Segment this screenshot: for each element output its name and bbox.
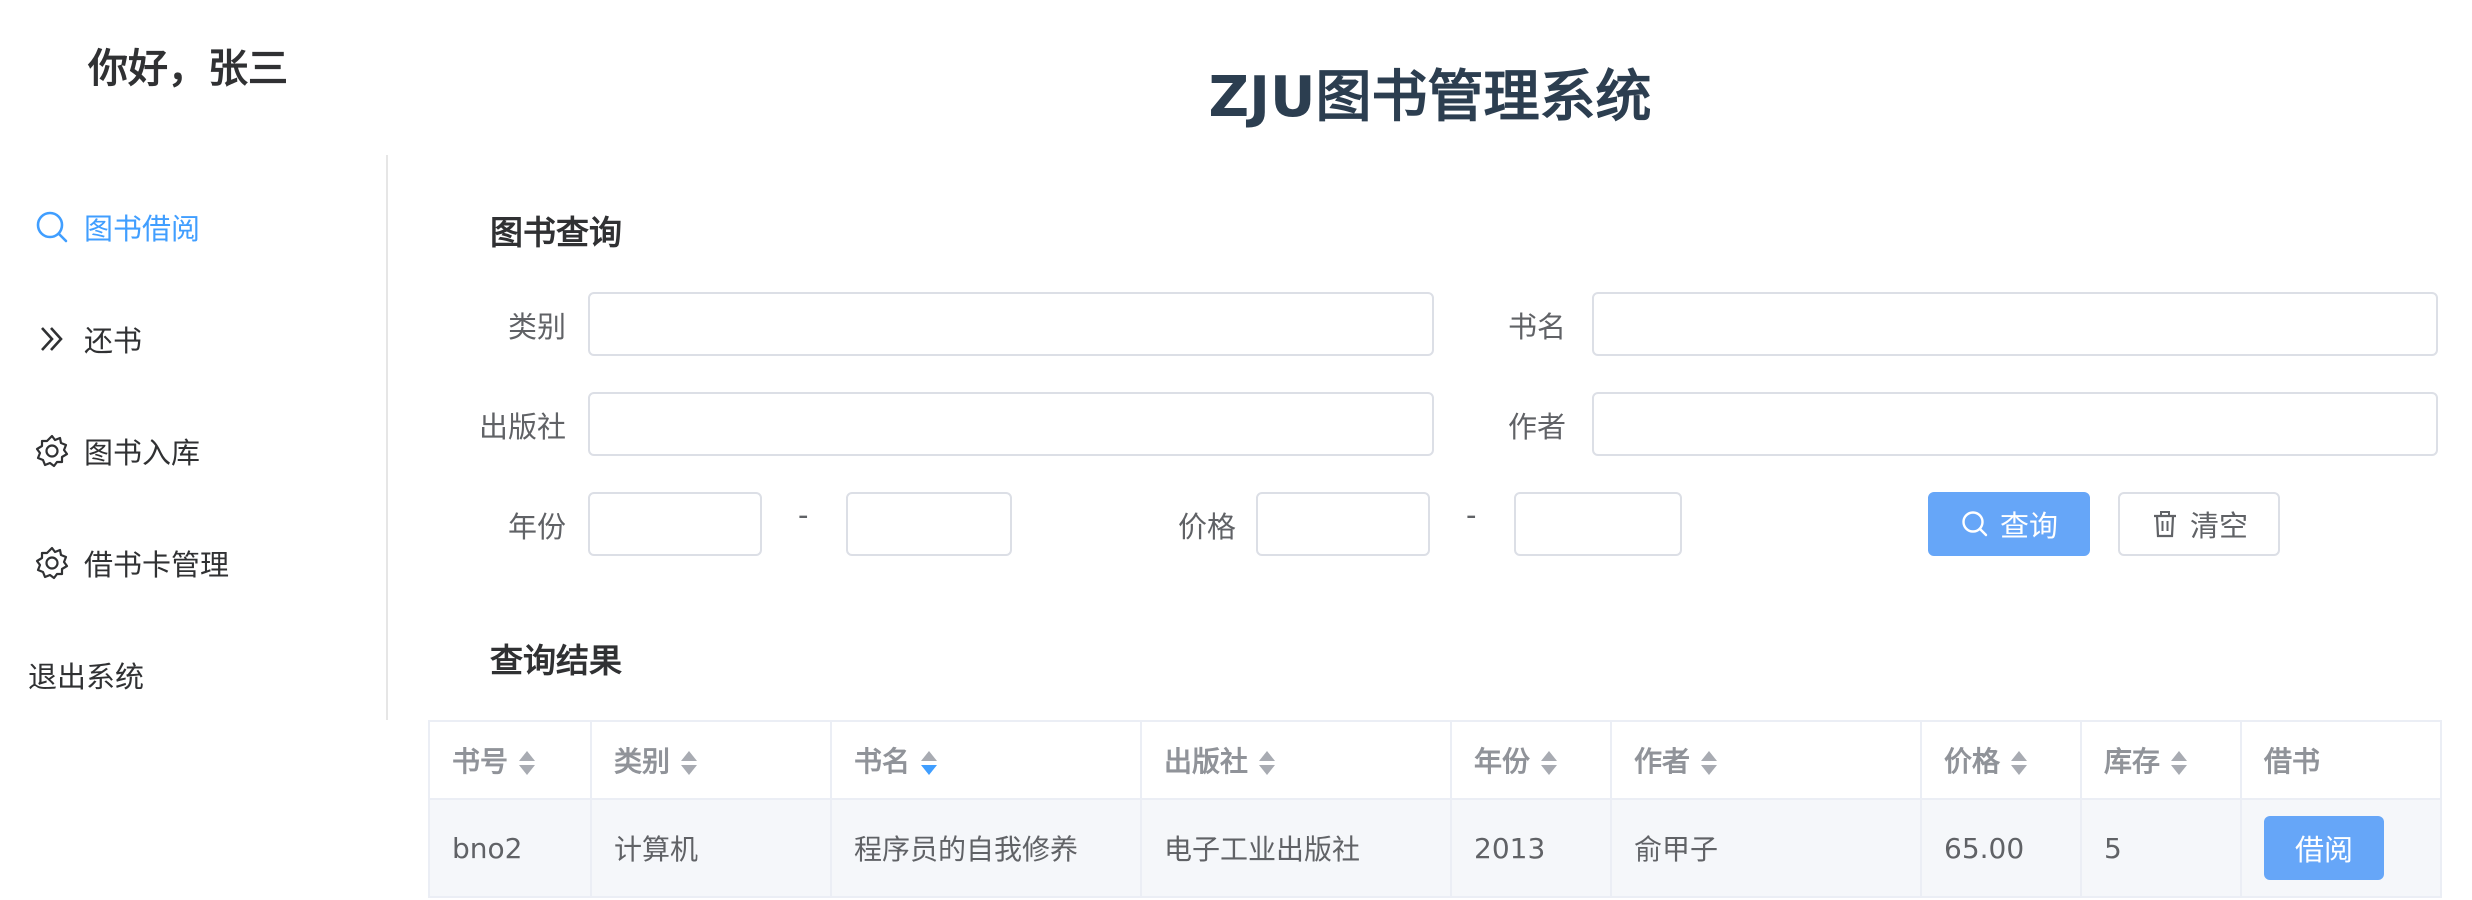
clear-button[interactable]: 清空	[2118, 492, 2280, 556]
app-title: ZJU图书管理系统	[1208, 65, 1652, 130]
cell-year: 2013	[1450, 798, 1612, 898]
results-section-title: 查询结果	[490, 641, 622, 680]
column-header-category[interactable]: 类别	[590, 720, 832, 800]
search-icon	[34, 209, 70, 245]
column-header-borrow: 借书	[2240, 720, 2442, 800]
search-icon	[1962, 511, 1988, 537]
price-label: 价格	[1177, 510, 1236, 544]
cell-book-id: bno2	[428, 798, 592, 898]
sort-caret-icon[interactable]	[1540, 749, 1558, 777]
trash-icon	[2153, 511, 2176, 538]
gear-icon	[34, 433, 70, 469]
cell-price: 65.00	[1920, 798, 2082, 898]
cell-category: 计算机	[590, 798, 832, 898]
search-button-label: 查询	[1999, 509, 2058, 543]
sidebar-item-card-management[interactable]: 借书卡管理	[34, 533, 229, 593]
table-header-row: 书号 类别 书名 出版社 年份 作者 价格 库存 借书	[428, 720, 2442, 800]
category-label: 类别	[507, 310, 566, 344]
gear-icon	[34, 545, 70, 581]
query-section-title: 图书查询	[490, 213, 622, 252]
sort-caret-icon[interactable]	[920, 749, 938, 777]
cell-title: 程序员的自我修养	[830, 798, 1142, 898]
cell-author: 俞甲子	[1610, 798, 1922, 898]
author-input[interactable]	[1592, 392, 2438, 456]
publisher-input[interactable]	[588, 392, 1434, 456]
year-from-input[interactable]	[588, 492, 762, 556]
cell-stock: 5	[2080, 798, 2242, 898]
sort-caret-icon[interactable]	[2170, 749, 2188, 777]
column-header-book-id[interactable]: 书号	[428, 720, 592, 800]
author-label: 作者	[1507, 410, 1566, 444]
sort-caret-icon[interactable]	[518, 749, 536, 777]
sidebar-item-label: 还书	[84, 324, 143, 358]
title-input[interactable]	[1592, 292, 2438, 356]
title-label: 书名	[1507, 310, 1566, 344]
price-to-input[interactable]	[1514, 492, 1682, 556]
column-header-title[interactable]: 书名	[830, 720, 1142, 800]
sort-caret-icon[interactable]	[1700, 749, 1718, 777]
cell-action: 借阅	[2240, 798, 2442, 898]
column-header-price[interactable]: 价格	[1920, 720, 2082, 800]
double-chevron-right-icon	[34, 321, 70, 357]
logout-label: 退出系统	[28, 660, 145, 694]
sort-caret-icon[interactable]	[1258, 749, 1276, 777]
column-header-stock[interactable]: 库存	[2080, 720, 2242, 800]
cell-publisher: 电子工业出版社	[1140, 798, 1452, 898]
borrow-button[interactable]: 借阅	[2264, 816, 2384, 880]
sidebar-item-label: 图书入库	[84, 436, 201, 470]
sort-caret-icon[interactable]	[680, 749, 698, 777]
clear-button-label: 清空	[2189, 509, 2248, 543]
year-range-separator: -	[798, 498, 809, 532]
sidebar-menu: 图书借阅 还书 图书入库 借书卡管理 退出系统	[0, 155, 388, 720]
column-header-year[interactable]: 年份	[1450, 720, 1612, 800]
search-button[interactable]: 查询	[1928, 492, 2090, 556]
year-to-input[interactable]	[846, 492, 1012, 556]
sidebar-item-book-stock-in[interactable]: 图书入库	[34, 421, 200, 481]
results-table: 书号 类别 书名 出版社 年份 作者 价格 库存 借书 bno2 计算机 程序员…	[428, 720, 2442, 898]
price-range-separator: -	[1466, 498, 1477, 532]
sidebar-item-label: 图书借阅	[84, 212, 201, 246]
table-row: bno2 计算机 程序员的自我修养 电子工业出版社 2013 俞甲子 65.00…	[428, 798, 2442, 898]
column-header-publisher[interactable]: 出版社	[1140, 720, 1452, 800]
sidebar-item-label: 借书卡管理	[84, 548, 230, 582]
price-from-input[interactable]	[1256, 492, 1430, 556]
sort-caret-icon[interactable]	[2010, 749, 2028, 777]
sidebar-item-return-book[interactable]: 还书	[34, 309, 142, 369]
sidebar-item-book-borrow[interactable]: 图书借阅	[34, 197, 200, 257]
publisher-label: 出版社	[478, 410, 566, 444]
logout-button[interactable]: 退出系统	[28, 645, 144, 705]
year-label: 年份	[507, 510, 566, 544]
category-input[interactable]	[588, 292, 1434, 356]
column-header-author[interactable]: 作者	[1610, 720, 1922, 800]
